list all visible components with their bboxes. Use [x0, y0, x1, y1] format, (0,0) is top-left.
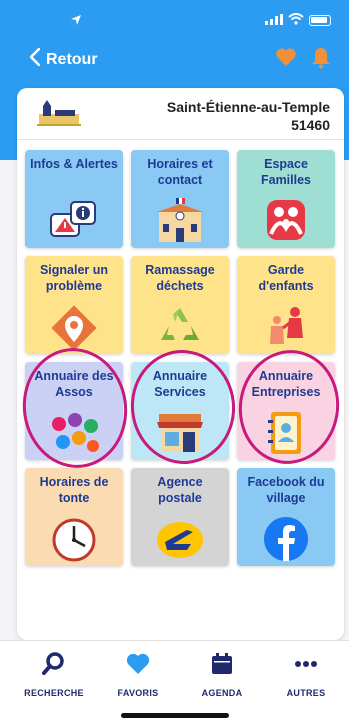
tile-infos-alertes[interactable]: Infos & Alertes [25, 150, 123, 248]
calendar-icon [212, 653, 232, 674]
tab-autres[interactable]: AUTRES [266, 651, 346, 698]
more-icon [295, 661, 317, 667]
commune-title: Saint-Étienne-au-Temple 51460 [167, 98, 330, 134]
tab-label: RECHERCHE [24, 688, 84, 698]
tile-label: Horaires de tonte [39, 475, 109, 505]
tab-label: FAVORIS [117, 688, 159, 698]
associations-icon [52, 413, 99, 452]
tile-annuaire-entreprises[interactable]: Annuaire Entreprises [237, 362, 335, 460]
commune-name: Saint-Étienne-au-Temple [166, 99, 330, 115]
tile-label: Facebook du village [247, 475, 325, 505]
tile-horaires-tonte[interactable]: Horaires de tonte [25, 468, 123, 566]
service-grid: Infos & Alertes Horaires et contact Espa… [25, 150, 335, 566]
commune-card: Saint-Étienne-au-Temple 51460 Infos & Al… [15, 88, 347, 640]
recycle-icon [161, 308, 199, 340]
location-arrow-icon [70, 14, 82, 29]
status-bar [0, 0, 349, 40]
tile-label: Agence postale [157, 475, 203, 505]
chevron-left-icon [29, 47, 41, 71]
tile-label: Infos & Alertes [30, 157, 118, 171]
facebook-icon [264, 517, 308, 561]
heart-icon [126, 653, 150, 674]
town-hall-icon [157, 198, 203, 242]
favorite-heart-icon[interactable] [275, 47, 297, 74]
tile-label: Annuaire Entreprises [251, 369, 321, 399]
commune-postcode: 51460 [291, 117, 330, 133]
tile-horaires-contact[interactable]: Horaires et contact [131, 150, 229, 248]
report-pin-icon [51, 305, 97, 350]
home-indicator [121, 713, 229, 718]
tab-agenda[interactable]: AGENDA [182, 651, 262, 698]
back-label: Retour [46, 50, 98, 68]
tile-ramassage-dechets[interactable]: Ramassage déchets [131, 256, 229, 354]
tile-agence-postale[interactable]: Agence postale [131, 468, 229, 566]
address-book-icon [268, 412, 301, 454]
tile-label: Espace Familles [260, 157, 312, 187]
family-icon [267, 200, 305, 240]
battery-icon [309, 15, 331, 26]
tile-label: Signaler un problème [39, 263, 109, 293]
nav-bar: Retour [0, 44, 349, 78]
tile-label: Horaires et contact [147, 157, 213, 187]
tile-annuaire-assos[interactable]: Annuaire des Assos [25, 362, 123, 460]
tile-signaler-probleme[interactable]: Signaler un problème [25, 256, 123, 354]
tile-label: Annuaire Services [152, 369, 208, 399]
tile-garde-enfants[interactable]: Garde d'enfants [237, 256, 335, 354]
search-icon [42, 652, 64, 675]
notification-bell-icon[interactable] [311, 47, 331, 74]
childcare-icon [270, 307, 303, 344]
tile-facebook-village[interactable]: Facebook du village [237, 468, 335, 566]
back-button[interactable]: Retour [29, 47, 98, 71]
info-alert-icon [50, 201, 96, 237]
tab-label: AGENDA [201, 688, 243, 698]
tile-espace-familles[interactable]: Espace Familles [237, 150, 335, 248]
tile-label: Annuaire des Assos [34, 369, 114, 399]
commune-logo [37, 100, 81, 126]
tile-label: Garde d'enfants [258, 263, 314, 293]
tile-annuaire-services[interactable]: Annuaire Services [131, 362, 229, 460]
wifi-icon [288, 13, 304, 28]
la-poste-icon [157, 522, 203, 558]
commune-header: Saint-Étienne-au-Temple 51460 [17, 88, 344, 140]
signal-icon [265, 13, 283, 28]
tab-label: AUTRES [286, 688, 326, 698]
tab-recherche[interactable]: RECHERCHE [14, 651, 94, 698]
clock-icon [52, 518, 96, 562]
shop-icon [157, 414, 203, 452]
tab-favoris[interactable]: FAVORIS [98, 651, 178, 698]
tile-label: Ramassage déchets [145, 263, 215, 293]
